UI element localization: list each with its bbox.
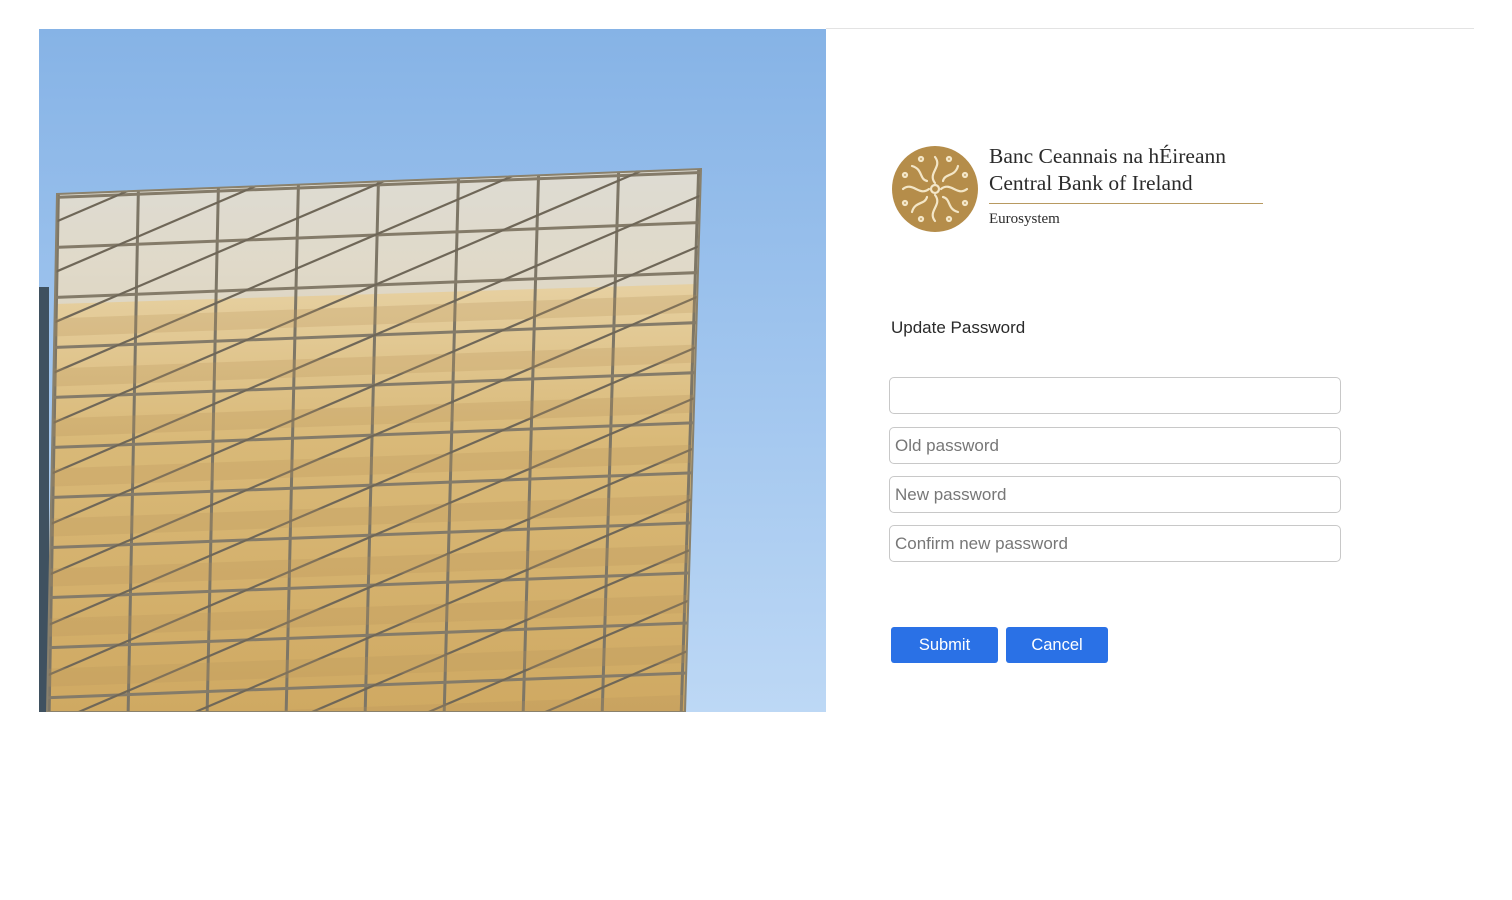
new-password-field[interactable] <box>889 476 1341 513</box>
confirm-password-field[interactable] <box>889 525 1341 562</box>
top-divider <box>826 28 1474 29</box>
brand-name-irish: Banc Ceannais na hÉireann <box>989 144 1227 168</box>
brand-name-english: Central Bank of Ireland <box>989 171 1193 195</box>
logo-emblem-icon <box>892 146 978 232</box>
username-field[interactable] <box>889 377 1341 414</box>
building-facade-photo <box>39 167 703 712</box>
old-password-field[interactable] <box>889 427 1341 464</box>
brand-tagline: Eurosystem <box>989 211 1060 227</box>
central-bank-logo: Banc Ceannais na hÉireann Central Bank o… <box>891 143 1271 238</box>
logo-divider <box>989 203 1263 204</box>
hero-image <box>39 29 826 712</box>
submit-button[interactable]: Submit <box>891 627 998 663</box>
form-title: Update Password <box>891 318 1026 337</box>
cancel-button[interactable]: Cancel <box>1006 627 1108 663</box>
